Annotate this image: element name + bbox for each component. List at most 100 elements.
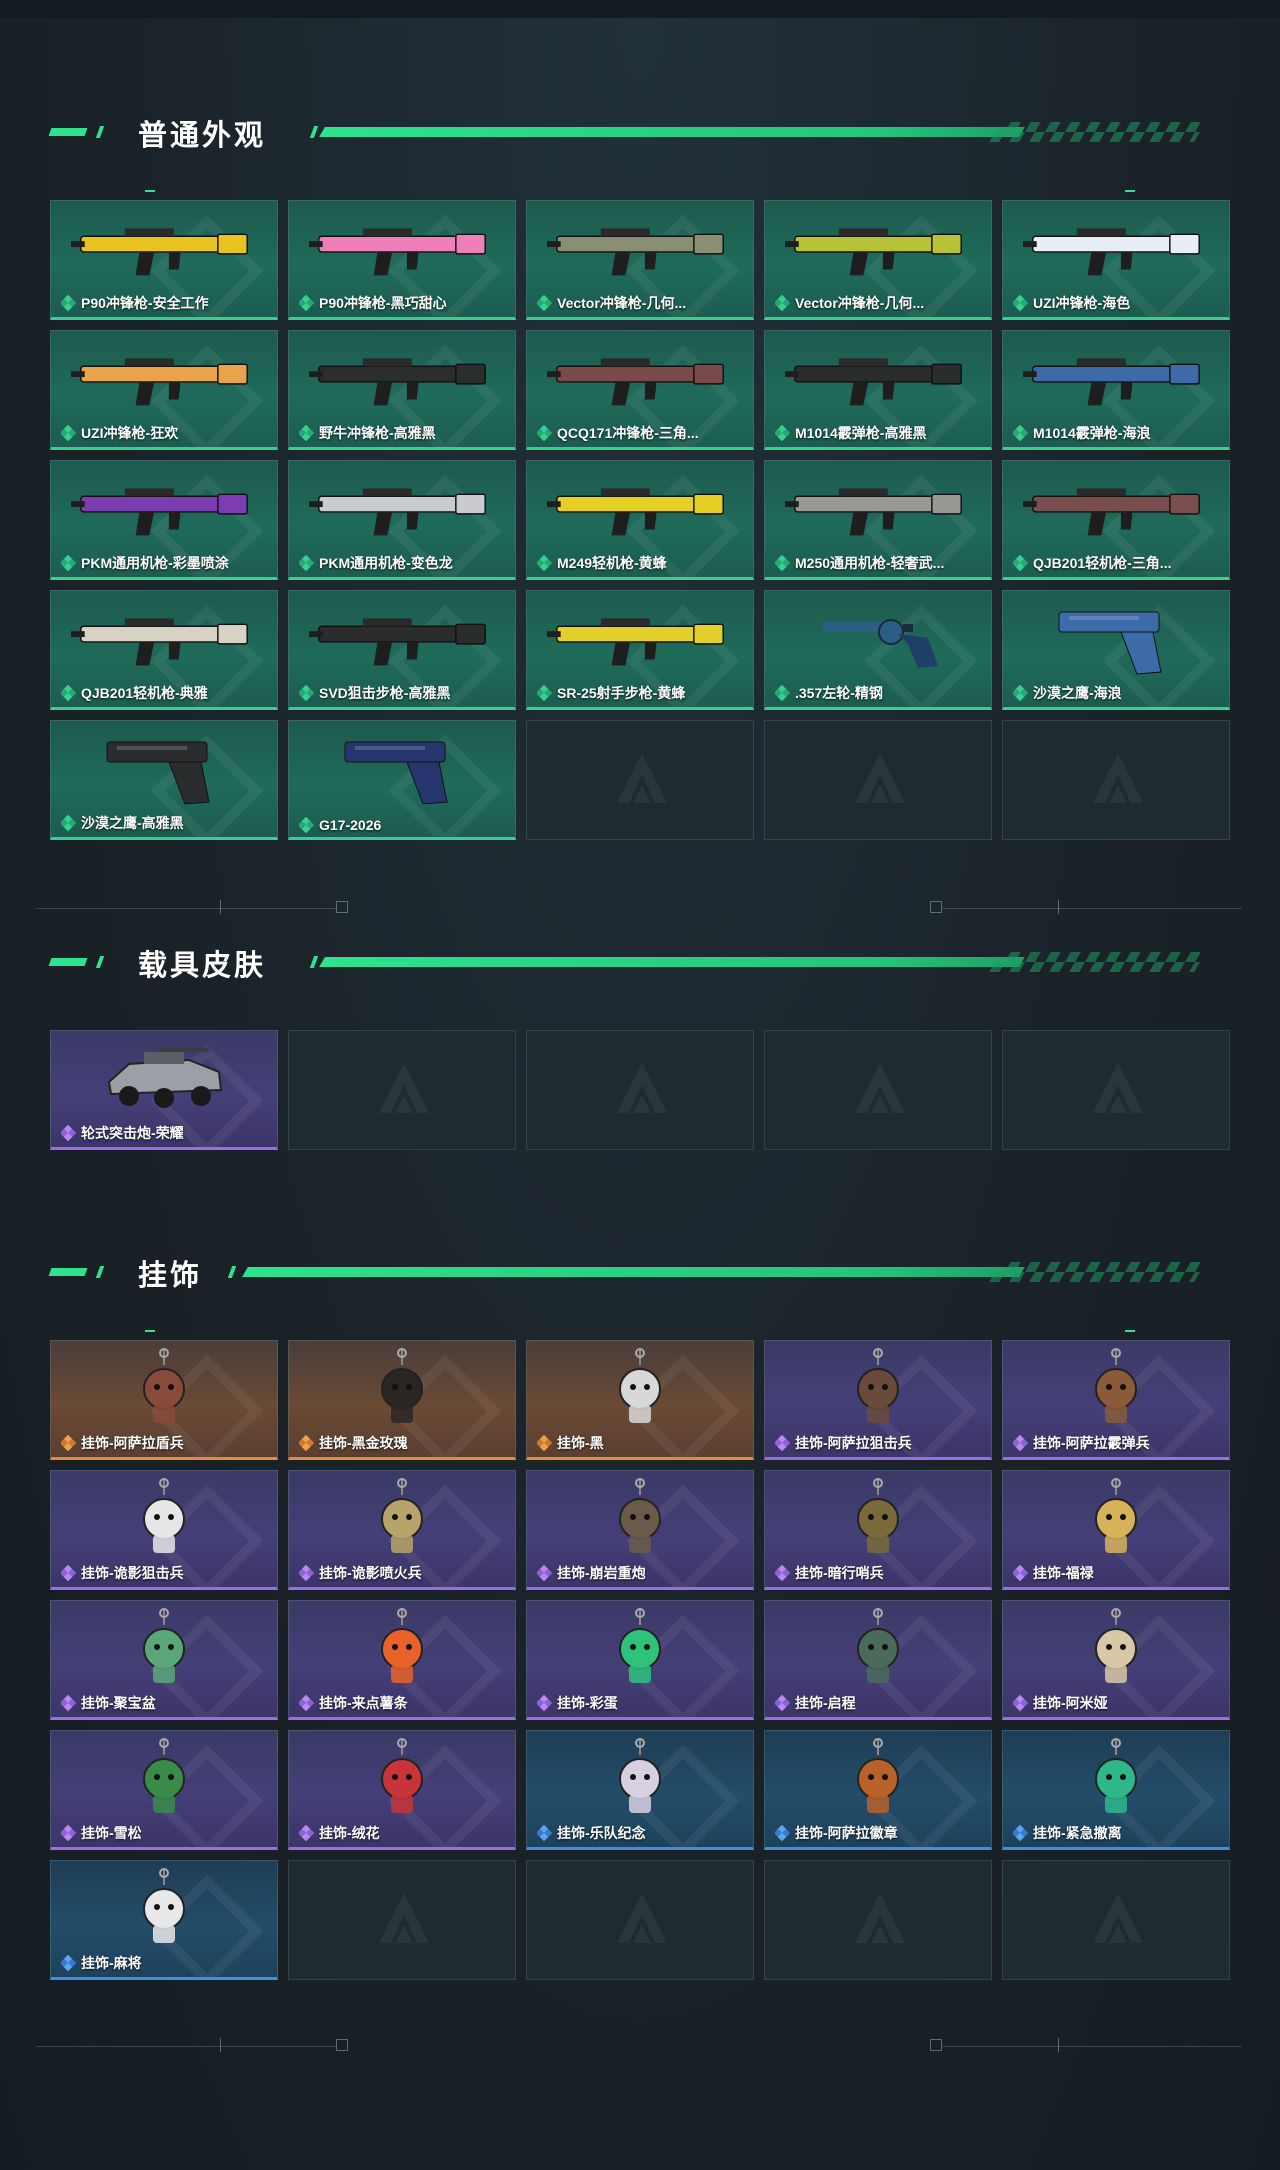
item-card[interactable]: 挂饰-阿萨拉徽章 (764, 1730, 992, 1850)
item-card[interactable]: 挂饰-黑金玫瑰 (288, 1340, 516, 1460)
item-card[interactable]: 野牛冲锋枪-高雅黑 (288, 330, 516, 450)
item-card[interactable]: .357左轮-精钢 (764, 590, 992, 710)
empty-slot (288, 1030, 516, 1150)
item-label: 挂饰-阿萨拉霰弹兵 (1013, 1433, 1221, 1453)
item-label: PKM通用机枪-变色龙 (299, 553, 507, 573)
item-card[interactable]: 挂饰-阿萨拉狙击兵 (764, 1340, 992, 1460)
deco-tick (220, 900, 221, 914)
item-card[interactable]: QJB201轻机枪-三角... (1002, 460, 1230, 580)
item-card[interactable]: 挂饰-阿萨拉盾兵 (50, 1340, 278, 1460)
section-header-weapon-skins: 普通外观 (0, 100, 1280, 160)
rarity-diamond-icon (537, 424, 553, 442)
item-card[interactable]: QCQ171冲锋枪-三角... (526, 330, 754, 450)
item-card[interactable]: UZI冲锋枪-狂欢 (50, 330, 278, 450)
deco-line (942, 2046, 1242, 2047)
item-card[interactable]: 挂饰-绒花 (288, 1730, 516, 1850)
gun-icon (785, 339, 971, 419)
item-card[interactable]: 挂饰-阿萨拉霰弹兵 (1002, 1340, 1230, 1460)
item-card[interactable]: 挂饰-来点薯条 (288, 1600, 516, 1720)
item-card[interactable]: 挂饰-启程 (764, 1600, 992, 1720)
item-card[interactable]: UZI冲锋枪-海色 (1002, 200, 1230, 320)
item-label: 挂饰-阿萨拉徽章 (775, 1823, 983, 1843)
charm-icon (71, 1737, 257, 1819)
gun-icon (785, 209, 971, 289)
placeholder-logo-icon (379, 1063, 429, 1113)
item-card[interactable]: 挂饰-雪松 (50, 1730, 278, 1850)
item-card[interactable]: 挂饰-紧急撤离 (1002, 1730, 1230, 1850)
item-card[interactable]: SR-25射手步枪-黄蜂 (526, 590, 754, 710)
deco-dash (145, 1330, 155, 1332)
item-name: PKM通用机枪-彩墨喷涂 (81, 555, 229, 571)
item-label: 挂饰-紧急撤离 (1013, 1823, 1221, 1843)
item-name: G17-2026 (319, 817, 382, 833)
item-label: UZI冲锋枪-狂欢 (61, 423, 269, 443)
rarity-diamond-icon (537, 1564, 553, 1582)
item-card[interactable]: 挂饰-麻将 (50, 1860, 278, 1980)
charm-icon (785, 1607, 971, 1689)
gun-icon (1023, 469, 1209, 549)
item-card[interactable]: P90冲锋枪-安全工作 (50, 200, 278, 320)
item-card[interactable]: M249轻机枪-黄蜂 (526, 460, 754, 580)
charm-grid: 挂饰-阿萨拉盾兵 挂饰-黑金玫瑰 挂饰-黑 挂饰-阿萨拉狙击兵 挂饰-阿萨拉霰弹兵 挂饰-… (50, 1340, 1230, 1980)
deco-dash (145, 190, 155, 192)
header-accent-bar (48, 128, 88, 136)
item-card[interactable]: 挂饰-阿米娅 (1002, 1600, 1230, 1720)
section-title: 普通外观 (138, 118, 267, 152)
item-card[interactable]: M250通用机枪-轻奢武... (764, 460, 992, 580)
item-card[interactable]: P90冲锋枪-黑巧甜心 (288, 200, 516, 320)
item-card[interactable]: 挂饰-福禄 (1002, 1470, 1230, 1590)
item-card[interactable]: QJB201轻机枪-典雅 (50, 590, 278, 710)
item-name: 挂饰-阿萨拉徽章 (795, 1825, 898, 1841)
gun-icon (547, 339, 733, 419)
charm-icon (71, 1607, 257, 1689)
empty-slot (526, 1030, 754, 1150)
item-name: 挂饰-阿萨拉盾兵 (81, 1435, 184, 1451)
item-card[interactable]: 挂饰-彩蛋 (526, 1600, 754, 1720)
empty-slot (1002, 1860, 1230, 1980)
empty-slot (288, 1860, 516, 1980)
header-accent-line (319, 127, 1025, 137)
item-card[interactable]: M1014霰弹枪-海浪 (1002, 330, 1230, 450)
item-card[interactable]: Vector冲锋枪-几何... (764, 200, 992, 320)
item-name: UZI冲锋枪-海色 (1033, 295, 1131, 311)
rarity-diamond-icon (299, 817, 315, 833)
gun-icon (71, 209, 257, 289)
deco-square (336, 901, 348, 913)
item-card[interactable]: 沙漠之鹰-高雅黑 (50, 720, 278, 840)
charm-icon (547, 1347, 733, 1429)
empty-slot (1002, 1030, 1230, 1150)
charm-icon (1023, 1737, 1209, 1819)
header-accent-tick (309, 126, 319, 138)
pistol-icon (1023, 599, 1209, 679)
item-card[interactable]: M1014霰弹枪-高雅黑 (764, 330, 992, 450)
rarity-diamond-icon (299, 554, 315, 572)
item-card[interactable]: Vector冲锋枪-几何... (526, 200, 754, 320)
item-card[interactable]: 挂饰-诡影狙击兵 (50, 1470, 278, 1590)
item-card[interactable]: 挂饰-黑 (526, 1340, 754, 1460)
charm-icon (71, 1347, 257, 1429)
item-card[interactable]: 沙漠之鹰-海浪 (1002, 590, 1230, 710)
rarity-diamond-icon (299, 424, 315, 442)
charm-icon (547, 1737, 733, 1819)
item-card[interactable]: 挂饰-乐队纪念 (526, 1730, 754, 1850)
section-title: 挂饰 (138, 1258, 203, 1292)
item-card[interactable]: 挂饰-诡影喷火兵 (288, 1470, 516, 1590)
gun-icon (309, 339, 495, 419)
item-card[interactable]: G17-2026 (288, 720, 516, 840)
item-card[interactable]: 挂饰-崩岩重炮 (526, 1470, 754, 1590)
header-accent-tick (95, 126, 105, 138)
item-card[interactable]: PKM通用机枪-彩墨喷涂 (50, 460, 278, 580)
rarity-diamond-icon (61, 294, 77, 312)
deco-line (36, 2046, 336, 2047)
item-card[interactable]: 轮式突击炮-荣耀 (50, 1030, 278, 1150)
item-name: P90冲锋枪-安全工作 (81, 295, 209, 311)
rarity-diamond-icon (775, 1694, 791, 1712)
item-card[interactable]: SVD狙击步枪-高雅黑 (288, 590, 516, 710)
deco-tick (1058, 2038, 1059, 2052)
gun-icon (547, 209, 733, 289)
item-card[interactable]: 挂饰-暗行哨兵 (764, 1470, 992, 1590)
item-card[interactable]: 挂饰-聚宝盆 (50, 1600, 278, 1720)
placeholder-logo-icon (1093, 1063, 1143, 1113)
deco-line (36, 908, 336, 909)
item-card[interactable]: PKM通用机枪-变色龙 (288, 460, 516, 580)
